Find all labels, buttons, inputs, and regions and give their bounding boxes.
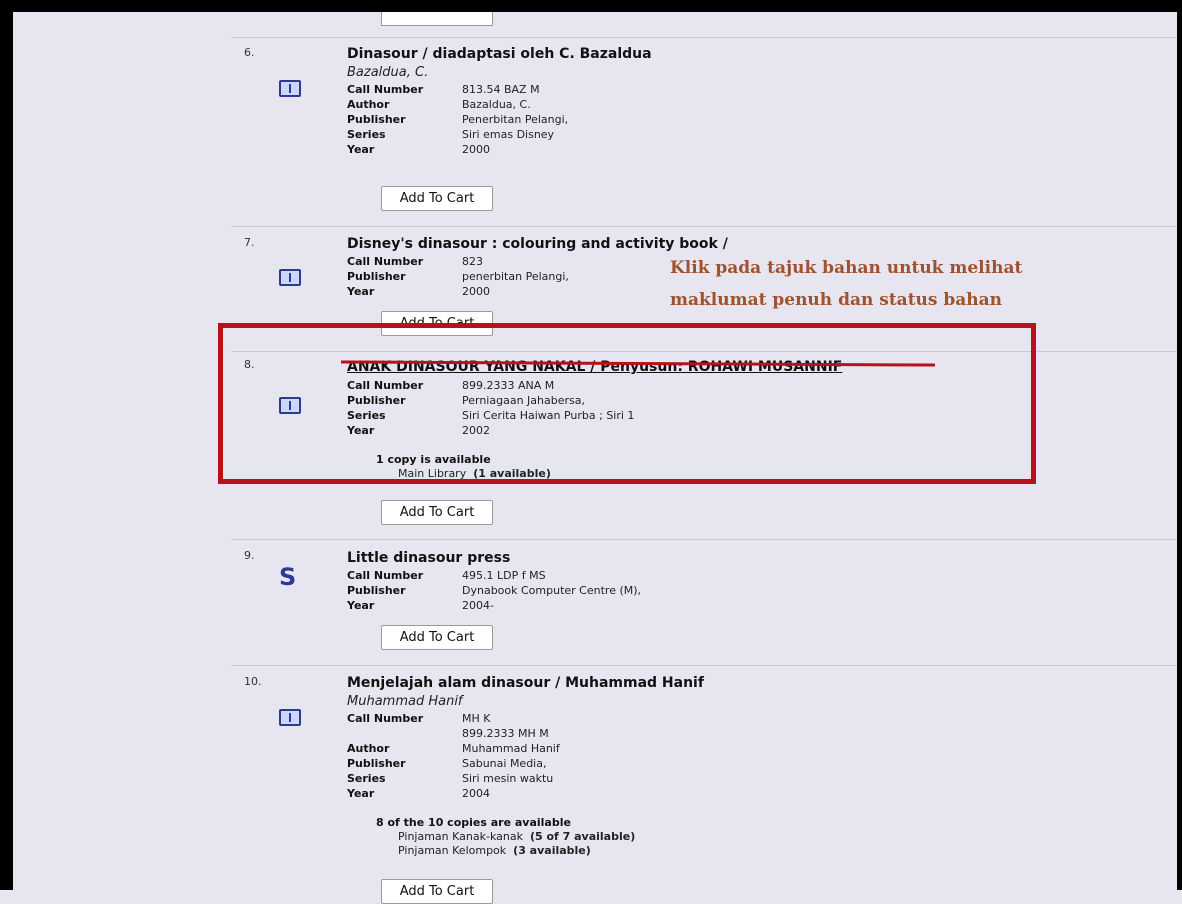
field-value: Perniagaan Jahabersa, [462, 394, 585, 407]
field-value: Siri Cerita Haiwan Purba ; Siri 1 [462, 409, 635, 422]
add-to-cart-button[interactable]: Add To Cart [381, 311, 493, 336]
result-number: 10. [244, 675, 262, 688]
annotation-line-2: maklumat penuh dan status bahan [670, 290, 1003, 310]
availability-block: 8 of the 10 copies are available Pinjama… [376, 816, 635, 858]
field-label: Year [347, 787, 375, 800]
location-count: (3 available) [513, 844, 591, 857]
result-number: 7. [244, 236, 255, 249]
availability-location: Pinjaman Kelompok (3 available) [376, 844, 635, 858]
record-separator [231, 37, 1177, 38]
availability-summary: 1 copy is available [376, 453, 491, 466]
field-label: Publisher [347, 113, 406, 126]
field-label: Call Number [347, 379, 424, 392]
field-label: Year [347, 424, 375, 437]
availability-block: 1 copy is available Main Library (1 avai… [376, 453, 551, 481]
annotation-text: Klik pada tajuk bahan untuk melihat makl… [670, 252, 1100, 316]
result-title-link[interactable]: Dinasour / diadaptasi oleh C. Bazaldua [347, 46, 652, 62]
field-label: Publisher [347, 270, 406, 283]
result-fields: Call Number MH K 899.2333 MH M Author Muha… [347, 711, 560, 801]
availability-location: Pinjaman Kanak-kanak (5 of 7 available) [376, 830, 635, 844]
location-count: (5 of 7 available) [529, 830, 636, 843]
field-label: Year [347, 143, 375, 156]
result-author-line: Muhammad Hanif [347, 694, 463, 709]
result-fields: Call Number 823 Publisher penerbitan Pelan… [347, 254, 569, 299]
field-value: 2004- [462, 599, 494, 612]
location-name[interactable]: Pinjaman Kelompok [398, 844, 506, 857]
add-to-cart-button[interactable]: Add To Cart [381, 186, 493, 211]
field-label: Author [347, 98, 390, 111]
serial-icon: S [279, 563, 297, 591]
field-value: 823 [462, 255, 483, 268]
field-value: Muhammad Hanif [462, 742, 560, 755]
record-separator [231, 665, 1177, 666]
result-author-line: Bazaldua, C. [347, 65, 429, 80]
field-label: Year [347, 285, 375, 298]
book-icon [279, 269, 301, 286]
result-number: 9. [244, 549, 255, 562]
field-value: 899.2333 MH M [462, 727, 549, 740]
field-value: Penerbitan Pelangi, [462, 113, 569, 126]
field-label: Series [347, 409, 386, 422]
field-label: Call Number [347, 569, 424, 582]
location-count: (1 available) [473, 467, 551, 480]
result-fields: Call Number 813.54 BAZ M Author Bazaldua, … [347, 82, 568, 157]
field-value: penerbitan Pelangi, [462, 270, 569, 283]
availability-location: Main Library (1 available) [376, 467, 551, 481]
field-label: Publisher [347, 394, 406, 407]
add-to-cart-button[interactable]: Add To Cart [381, 625, 493, 650]
field-label: Publisher [347, 757, 406, 770]
field-value: 495.1 LDP f MS [462, 569, 546, 582]
book-icon [279, 397, 301, 414]
book-icon [279, 80, 301, 97]
screenshot-frame: 6. Dinasour / diadaptasi oleh C. Bazaldu… [0, 0, 1182, 904]
field-value: Siri emas Disney [462, 128, 555, 141]
result-fields: Call Number 899.2333 ANA M Publisher Perni… [347, 378, 634, 438]
field-value: 2000 [462, 285, 490, 298]
field-label: Call Number [347, 255, 424, 268]
field-value: 813.54 BAZ M [462, 83, 540, 96]
availability-summary: 8 of the 10 copies are available [376, 816, 571, 829]
annotation-line-1: Klik pada tajuk bahan untuk melihat [670, 258, 1023, 278]
result-fields: Call Number 495.1 LDP f MS Publisher Dynab… [347, 568, 641, 613]
result-title-link[interactable]: Disney's dinasour : colouring and activi… [347, 236, 728, 252]
result-title-link[interactable]: Little dinasour press [347, 550, 510, 566]
field-label [347, 726, 462, 741]
field-value: Siri mesin waktu [462, 772, 554, 785]
field-value: MH K [462, 712, 491, 725]
add-to-cart-button[interactable]: Add To Cart [381, 500, 493, 525]
field-value: 2000 [462, 143, 490, 156]
field-label: Series [347, 128, 386, 141]
previous-add-to-cart-button-edge[interactable] [381, 12, 493, 26]
book-icon [279, 709, 301, 726]
record-separator [231, 351, 1177, 352]
location-name[interactable]: Pinjaman Kanak-kanak [398, 830, 523, 843]
field-label: Publisher [347, 584, 406, 597]
record-separator [231, 226, 1177, 227]
field-label: Call Number [347, 83, 424, 96]
field-value: Dynabook Computer Centre (M), [462, 584, 642, 597]
record-separator [231, 539, 1177, 540]
add-to-cart-button[interactable]: Add To Cart [381, 879, 493, 904]
results-list: 6. Dinasour / diadaptasi oleh C. Bazaldu… [13, 12, 1177, 904]
field-label: Year [347, 599, 375, 612]
field-value: Sabunai Media, [462, 757, 547, 770]
result-number: 8. [244, 358, 255, 371]
result-title-link[interactable]: Menjelajah alam dinasour / Muhammad Hani… [347, 675, 704, 691]
field-value: 2002 [462, 424, 490, 437]
result-number: 6. [244, 46, 255, 59]
location-name[interactable]: Main Library [398, 467, 466, 480]
field-label: Author [347, 742, 390, 755]
field-value: Bazaldua, C. [462, 98, 531, 111]
field-value: 2004 [462, 787, 490, 800]
field-label: Series [347, 772, 386, 785]
field-value: 899.2333 ANA M [462, 379, 555, 392]
field-label: Call Number [347, 712, 424, 725]
